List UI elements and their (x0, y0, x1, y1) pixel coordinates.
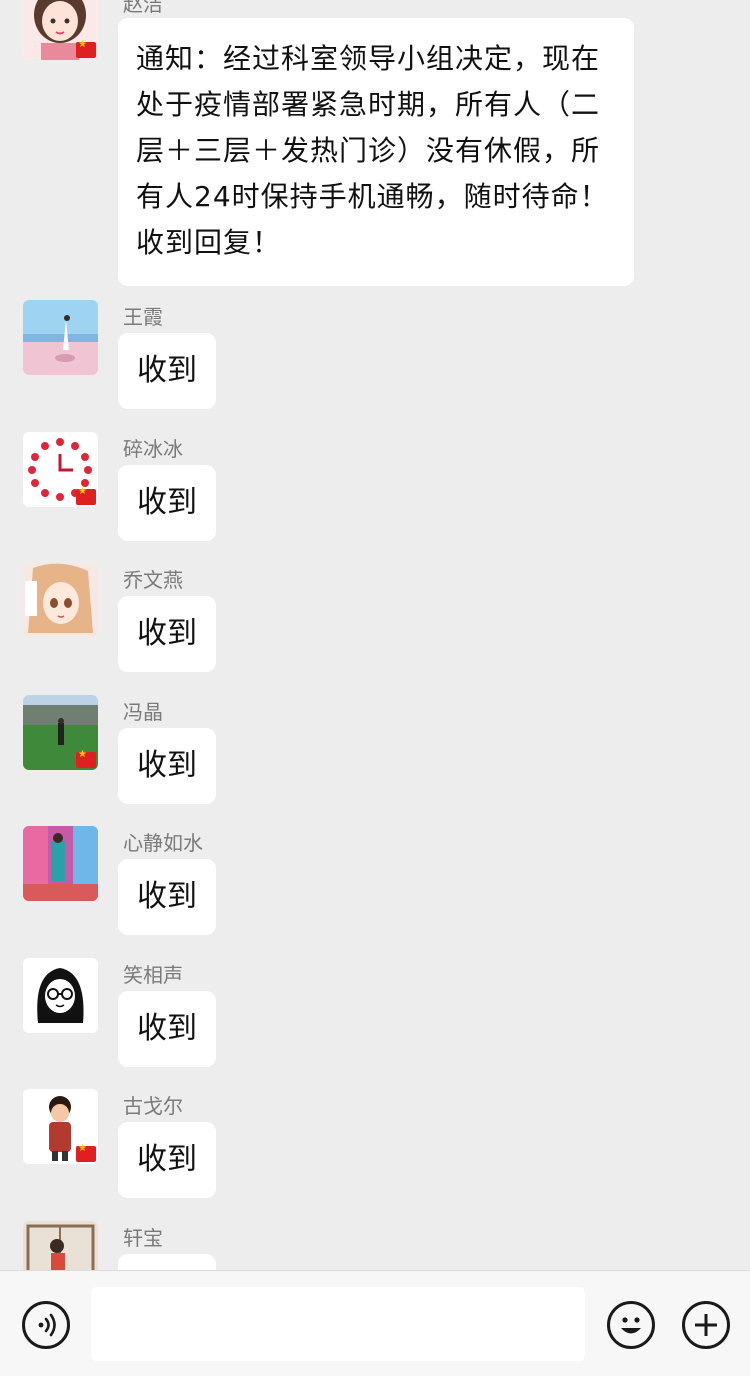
avatar[interactable] (23, 300, 98, 375)
sender-name: 笑相声 (123, 963, 183, 987)
emoji-icon[interactable] (607, 1301, 655, 1349)
sender-name: 乔文燕 (123, 568, 183, 592)
chat-input-bar (0, 1270, 750, 1376)
flag-icon (76, 486, 96, 505)
avatar[interactable] (23, 1221, 98, 1270)
sender-name: 赵洁 (123, 0, 163, 16)
sender-name: 轩宝 (123, 1226, 163, 1250)
avatar[interactable] (23, 826, 98, 901)
avatar[interactable] (23, 1089, 98, 1164)
flag-icon (76, 749, 96, 768)
message-bubble[interactable]: 通知：经过科室领导小组决定，现在处于疫情部署紧急时期，所有人（二层＋三层＋发热门… (118, 18, 634, 286)
flag-icon (76, 1143, 96, 1162)
sender-name: 古戈尔 (123, 1094, 183, 1118)
avatar[interactable] (23, 958, 98, 1033)
message-bubble[interactable]: 收到 (118, 728, 216, 804)
message-bubble[interactable]: 收到 (118, 465, 216, 541)
chat-message-list[interactable]: 赵洁 通知：经过科室领导小组决定，现在处于疫情部署紧急时期，所有人（二层＋三层＋… (0, 0, 750, 1270)
avatar[interactable] (23, 563, 98, 638)
avatar[interactable] (23, 0, 98, 60)
message-bubble[interactable]: 收到 (118, 333, 216, 409)
message-bubble[interactable] (118, 1254, 216, 1270)
avatar[interactable] (23, 432, 98, 507)
plus-icon[interactable] (682, 1301, 730, 1349)
sender-name: 王霞 (123, 305, 163, 329)
voice-icon[interactable] (22, 1301, 70, 1349)
sender-name: 碎冰冰 (123, 437, 183, 461)
message-bubble[interactable]: 收到 (118, 859, 216, 935)
sender-name: 冯晶 (123, 700, 163, 724)
message-bubble[interactable]: 收到 (118, 596, 216, 672)
message-bubble[interactable]: 收到 (118, 991, 216, 1067)
message-input[interactable] (91, 1287, 585, 1361)
message-bubble[interactable]: 收到 (118, 1122, 216, 1198)
flag-icon (76, 39, 96, 58)
sender-name: 心静如水 (123, 831, 203, 855)
avatar[interactable] (23, 695, 98, 770)
